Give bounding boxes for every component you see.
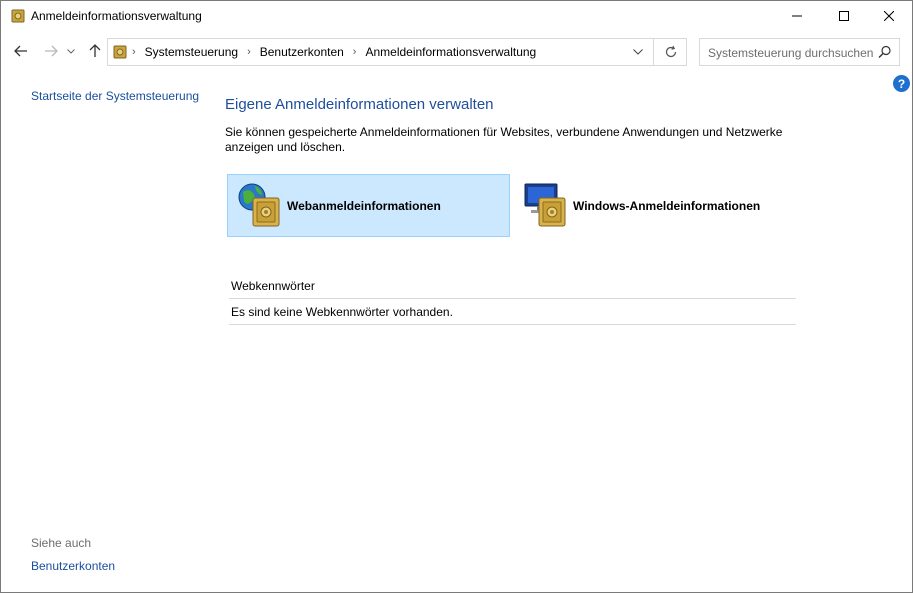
search-icon xyxy=(878,45,891,58)
chevron-down-icon xyxy=(633,49,643,55)
up-button[interactable] xyxy=(86,42,104,60)
chevron-right-icon[interactable]: › xyxy=(132,46,136,58)
arrow-up-icon xyxy=(89,44,101,57)
refresh-icon xyxy=(665,45,677,58)
help-icon[interactable]: ? xyxy=(893,75,910,92)
divider xyxy=(229,298,796,299)
refresh-button[interactable] xyxy=(656,39,686,65)
search-input[interactable]: Systemsteuerung durchsuchen xyxy=(699,38,900,66)
maximize-button[interactable] xyxy=(821,1,867,31)
credential-manager-window: Anmeldeinformationsverwaltung › Systemst… xyxy=(0,0,913,593)
web-credentials-tile[interactable]: Webanmeldeinformationen xyxy=(227,174,510,237)
page-description: Sie können gespeicherte Anmeldeinformati… xyxy=(225,125,783,154)
user-accounts-link[interactable]: Benutzerkonten xyxy=(31,559,115,573)
page-title: Eigene Anmeldeinformationen verwalten xyxy=(225,96,494,113)
divider xyxy=(229,324,796,325)
close-icon xyxy=(884,11,894,21)
chevron-down-icon xyxy=(67,48,75,54)
breadcrumb: › Systemsteuerung › Benutzerkonten › Anm… xyxy=(132,45,536,59)
address-bar[interactable]: › Systemsteuerung › Benutzerkonten › Anm… xyxy=(107,38,687,66)
globe-vault-icon xyxy=(238,183,280,227)
empty-message: Es sind keine Webkennwörter vorhanden. xyxy=(231,305,453,319)
address-dropdown-button[interactable] xyxy=(627,39,649,65)
minimize-icon xyxy=(792,15,802,17)
title-bar[interactable]: Anmeldeinformationsverwaltung xyxy=(1,1,912,31)
minimize-button[interactable] xyxy=(774,1,820,31)
chevron-right-icon[interactable]: › xyxy=(247,46,251,58)
monitor-vault-icon xyxy=(524,183,566,227)
window-title: Anmeldeinformationsverwaltung xyxy=(31,9,202,23)
breadcrumb-benutzerkonten[interactable]: Benutzerkonten xyxy=(260,45,344,59)
maximize-icon xyxy=(839,11,849,21)
recent-locations-button[interactable] xyxy=(65,42,77,60)
web-passwords-heading[interactable]: Webkennwörter xyxy=(231,279,315,293)
address-divider xyxy=(653,39,654,65)
arrow-left-icon xyxy=(14,45,27,57)
arrow-right-icon xyxy=(45,45,58,57)
windows-credentials-label: Windows-Anmeldeinformationen xyxy=(573,199,761,213)
control-panel-home-link[interactable]: Startseite der Systemsteuerung xyxy=(31,89,199,103)
vault-icon xyxy=(11,9,25,23)
windows-credentials-tile[interactable]: Windows-Anmeldeinformationen xyxy=(513,174,796,237)
search-placeholder: Systemsteuerung durchsuchen xyxy=(708,46,874,60)
back-button[interactable] xyxy=(12,42,30,60)
forward-button[interactable] xyxy=(42,42,60,60)
chevron-right-icon[interactable]: › xyxy=(353,46,357,58)
see-also-heading: Siehe auch xyxy=(31,536,92,550)
breadcrumb-systemsteuerung[interactable]: Systemsteuerung xyxy=(145,45,238,59)
breadcrumb-anmeldeinformationsverwaltung[interactable]: Anmeldeinformationsverwaltung xyxy=(365,45,536,59)
vault-icon xyxy=(113,45,127,59)
navigation-bar: › Systemsteuerung › Benutzerkonten › Anm… xyxy=(1,31,912,72)
close-button[interactable] xyxy=(866,1,912,31)
web-credentials-label: Webanmeldeinformationen xyxy=(287,199,441,213)
